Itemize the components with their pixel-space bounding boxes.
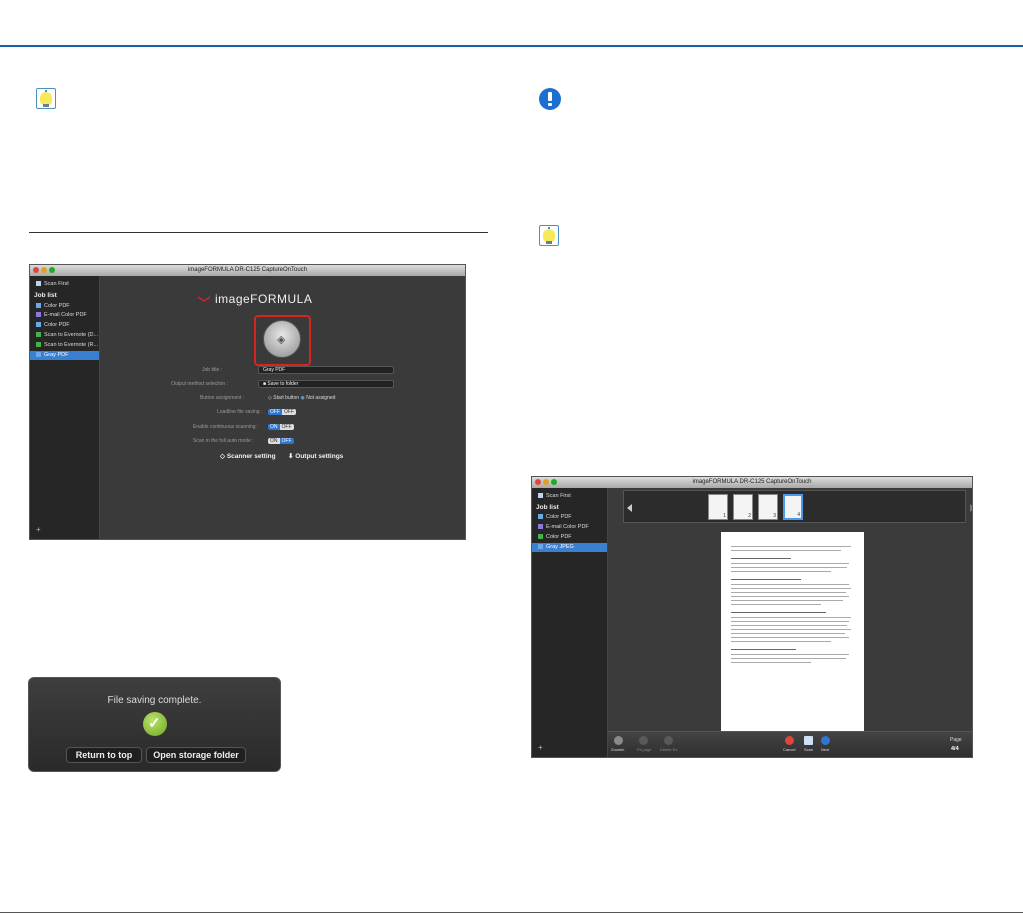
job-panel: imageFORMULA ◈ Job title : Gray PDF Outp… <box>100 276 465 539</box>
start-scan-button[interactable]: ◈ <box>263 320 301 358</box>
zoom-label: Zoomin <box>611 747 625 752</box>
minimize-window-button[interactable] <box>543 479 549 485</box>
loadline-saving-label: Loadline file saving : <box>217 409 263 415</box>
window-titlebar: imageFORMULA DR-C125 CaptureOnTouch <box>532 477 972 488</box>
scroll-left-icon[interactable] <box>627 504 632 512</box>
folder-icon <box>36 303 41 308</box>
folder-icon <box>36 352 41 357</box>
mail-icon <box>538 524 543 529</box>
delete-label: Delete Ex <box>660 747 678 752</box>
page-thumbnail-selected[interactable]: 4 <box>783 494 803 520</box>
continuous-scanning-label: Enable continuous scanning : <box>193 424 259 430</box>
page-thumbnail[interactable]: 2 <box>733 494 753 520</box>
job-title-label: Job title : <box>202 367 223 373</box>
job-item[interactable]: Color PDF <box>532 533 607 542</box>
cancel-label: Cancel <box>783 747 796 752</box>
continuous-scanning-toggle[interactable]: ON OFF <box>268 424 294 430</box>
scanner-setting-link[interactable]: ◇ Scanner setting <box>220 452 276 460</box>
fit-page-label: Fit page <box>637 747 652 752</box>
job-sidebar: Scan First Job list Color PDF E-mail Col… <box>532 488 608 757</box>
add-job-icon[interactable]: + <box>538 743 543 752</box>
button-assignment-label: Button assignment : <box>200 395 245 401</box>
diamond-icon: ◇ <box>220 453 227 460</box>
close-window-button[interactable] <box>535 479 541 485</box>
mail-icon <box>36 312 41 317</box>
job-item[interactable]: Color PDF <box>532 513 607 522</box>
job-item[interactable]: Color PDF <box>30 302 99 311</box>
scanned-page-preview <box>721 532 864 731</box>
brand-logo: imageFORMULA <box>215 292 313 306</box>
dialog-message: File saving complete. <box>107 695 202 706</box>
section-divider <box>29 232 488 233</box>
preview-toolbar: Zoomin Fit page Delete Ex Cancel Scan Ne… <box>608 731 972 757</box>
job-item[interactable]: Scan to Evernote (R... <box>30 341 99 350</box>
job-item[interactable]: Color PDF <box>30 321 99 330</box>
important-exclamation-icon <box>539 88 561 110</box>
page-counter: 4/4 <box>951 746 959 752</box>
full-auto-toggle[interactable]: ON OFF <box>268 438 294 444</box>
brand-chevron-icon <box>198 296 210 302</box>
job-sidebar: Scan First Job list Color PDF E-mail Col… <box>30 276 100 539</box>
close-window-button[interactable] <box>33 267 39 273</box>
job-title-input[interactable]: Gray PDF <box>258 366 394 374</box>
scan-first-item[interactable]: Scan First <box>532 492 607 501</box>
full-auto-label: Scan in the full auto mode : <box>193 438 254 444</box>
return-to-top-button[interactable]: Return to top <box>66 747 142 763</box>
folder-icon <box>538 544 543 549</box>
loadline-saving-toggle[interactable]: OFF OFF <box>268 409 296 415</box>
captureontouch-main-window: imageFORMULA DR-C125 CaptureOnTouch Scan… <box>29 264 466 540</box>
add-job-icon[interactable]: + <box>36 525 41 534</box>
job-list-header: Job list <box>536 504 559 511</box>
scan-label: Scan <box>804 747 814 752</box>
zoom-icon[interactable] <box>614 736 623 745</box>
preview-panel: 1 2 3 4 Zoomin Fit page Delete Ex Cancel… <box>608 488 972 757</box>
folder-icon <box>36 322 41 327</box>
delete-icon[interactable] <box>664 736 673 745</box>
window-title: imageFORMULA DR-C125 CaptureOnTouch <box>692 479 812 485</box>
cancel-icon[interactable] <box>785 736 794 745</box>
scan-first-item[interactable]: Scan First <box>30 280 99 289</box>
output-method-select[interactable]: ■ Save to folder <box>258 380 394 388</box>
zoom-window-button[interactable] <box>551 479 557 485</box>
next-icon[interactable] <box>821 736 830 745</box>
thumbnail-strip: 1 2 3 4 <box>623 490 972 523</box>
header-rule <box>0 45 1023 47</box>
footer-rule <box>0 912 1023 913</box>
job-item[interactable]: Scan to Evernote (D... <box>30 331 99 340</box>
evernote-icon <box>538 534 543 539</box>
window-titlebar: imageFORMULA DR-C125 CaptureOnTouch <box>30 265 465 276</box>
job-list-header: Job list <box>34 292 57 299</box>
open-storage-folder-button[interactable]: Open storage folder <box>146 747 246 763</box>
evernote-icon <box>36 332 41 337</box>
output-settings-link[interactable]: ⬇ Output settings <box>288 452 343 460</box>
scan-first-icon <box>36 281 41 286</box>
hint-lightbulb-icon-2 <box>539 225 559 246</box>
hint-lightbulb-icon <box>36 88 56 109</box>
page-label: Page <box>950 737 962 743</box>
button-assignment-options[interactable]: ◇ Start button ◉ Not assigned <box>268 395 335 401</box>
job-item-selected[interactable]: Gray PDF <box>30 351 99 360</box>
window-title: imageFORMULA DR-C125 CaptureOnTouch <box>187 267 308 273</box>
job-item-selected[interactable]: Gray JPEG <box>532 543 607 552</box>
next-label: Next <box>821 747 830 752</box>
job-item[interactable]: E-mail Color PDF <box>30 311 99 320</box>
evernote-icon <box>36 342 41 347</box>
folder-icon <box>538 514 543 519</box>
fit-page-icon[interactable] <box>639 736 648 745</box>
job-item[interactable]: E-mail Color PDF <box>532 523 607 532</box>
page-thumbnail[interactable]: 3 <box>758 494 778 520</box>
minimize-window-button[interactable] <box>41 267 47 273</box>
output-method-label: Output method selection : <box>171 381 228 387</box>
save-complete-dialog: File saving complete. ✓ Return to top Op… <box>28 677 281 772</box>
captureontouch-preview-window: imageFORMULA DR-C125 CaptureOnTouch Scan… <box>531 476 973 758</box>
scroll-right-icon[interactable] <box>970 504 972 512</box>
zoom-window-button[interactable] <box>49 267 55 273</box>
page-thumbnail[interactable]: 1 <box>708 494 728 520</box>
scan-first-icon <box>538 493 543 498</box>
scan-icon[interactable] <box>804 736 813 745</box>
start-diamond-icon: ◈ <box>277 334 286 346</box>
success-check-icon: ✓ <box>143 712 167 736</box>
